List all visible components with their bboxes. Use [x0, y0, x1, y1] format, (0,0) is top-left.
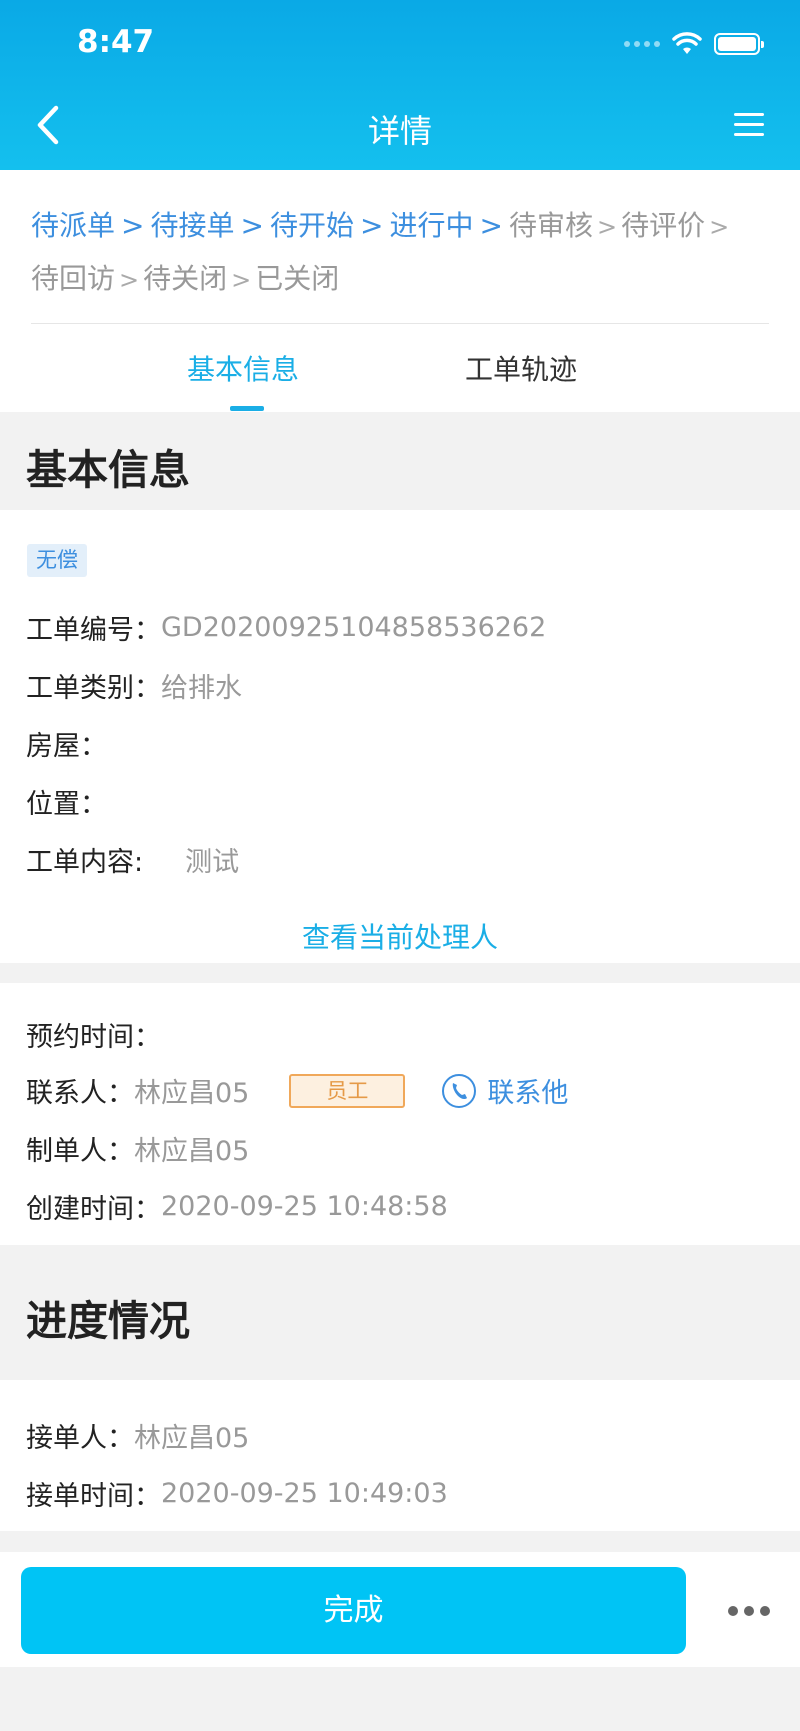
section-title: 进度情况: [26, 1297, 190, 1345]
tab-bar: 基本信息 工单轨迹: [0, 330, 800, 412]
contact-name: 林应昌05: [134, 1078, 250, 1109]
basic-section-header: 基本信息: [0, 412, 800, 510]
wifi-icon: [672, 32, 702, 54]
basic-info-card: 无偿 工单编号： GD20200925104858536262 工单类别： 给排…: [0, 510, 800, 963]
call-label: 联系他: [487, 1078, 569, 1109]
position-label: 位置：: [26, 789, 107, 820]
header-bar: 8:47 详情: [0, 0, 800, 170]
category-value: 给排水: [161, 673, 242, 704]
divider: [31, 323, 769, 324]
workflow-step: 进行中: [389, 209, 474, 242]
step-separator: >: [359, 209, 384, 242]
workflow-card: 待派单 > 待接单 > 待开始 > 进行中 > 待审核 > 待评价 >待回访 > 待关闭 > 已关闭 基本信息…: [0, 170, 800, 412]
workflow-step: 待关闭: [143, 262, 228, 295]
workflow-steps: 待派单 > 待接单 > 待开始 > 进行中 > 待审核 > 待评价 >待回访 > 待关闭 > 已关闭: [31, 200, 771, 306]
content-row: 工单内容: 测试: [26, 840, 239, 879]
workflow-step: 待派单: [31, 209, 116, 242]
step-separator: >: [121, 209, 145, 242]
step-separator: >: [479, 209, 503, 242]
creator-value: 林应昌05: [134, 1136, 250, 1167]
created-time-row: 创建时间： 2020-09-25 10:48:58: [26, 1187, 448, 1226]
complete-button[interactable]: 完成: [21, 1567, 686, 1654]
house-label: 房屋：: [26, 731, 107, 762]
menu-icon: [734, 113, 764, 116]
workflow-step: 待审核: [508, 209, 593, 242]
receiver-value: 林应昌05: [134, 1423, 250, 1454]
content-label: 工单内容:: [26, 847, 144, 878]
progress-section-header: 进度情况: [0, 1245, 800, 1380]
tab-basic-info[interactable]: 基本信息: [187, 348, 299, 388]
staff-tag: 员工: [289, 1073, 406, 1108]
battery-icon: [714, 33, 764, 55]
category-row: 工单类别： 给排水: [26, 666, 242, 705]
section-title: 基本信息: [26, 446, 190, 494]
created-time-label: 创建时间：: [26, 1194, 161, 1225]
content-value: 测试: [185, 847, 240, 878]
call-contact-button[interactable]: 联系他: [441, 1071, 568, 1110]
created-time-value: 2020-09-25 10:48:58: [161, 1191, 448, 1222]
receiver-label: 接单人：: [26, 1423, 134, 1454]
creator-row: 制单人： 林应昌05: [26, 1129, 249, 1168]
receive-time-value: 2020-09-25 10:49:03: [161, 1478, 448, 1509]
contact-card: 预约时间： 联系人： 林应昌05 员工 联系他 制单人： 林应昌05 创建时间：…: [0, 983, 800, 1245]
workflow-step: 待开始: [269, 209, 354, 242]
receiver-row: 接单人： 林应昌05: [26, 1416, 249, 1455]
step-separator: >: [709, 213, 730, 241]
appointment-label: 预约时间：: [26, 1022, 161, 1053]
more-button[interactable]: [728, 1596, 772, 1626]
workflow-step: 已关闭: [255, 262, 340, 295]
step-separator: >: [231, 266, 252, 294]
status-badge: 无偿: [27, 544, 87, 577]
creator-label: 制单人：: [26, 1136, 134, 1167]
step-separator: >: [596, 213, 618, 241]
workflow-step: 待回访: [31, 262, 116, 295]
receive-time-label: 接单时间：: [26, 1481, 161, 1512]
receive-time-row: 接单时间： 2020-09-25 10:49:03: [26, 1474, 448, 1513]
contact-row: 联系人： 林应昌05 员工 联系他: [26, 1071, 568, 1110]
page-title: 详情: [367, 112, 432, 150]
order-no-row: 工单编号： GD20200925104858536262: [26, 608, 546, 647]
category-label: 工单类别：: [26, 673, 161, 704]
position-row: 位置：: [26, 782, 107, 821]
house-row: 房屋：: [26, 724, 107, 763]
order-no-value: GD20200925104858536262: [161, 612, 547, 643]
view-handler-link[interactable]: 查看当前处理人: [0, 916, 800, 956]
signal-icon: [624, 41, 660, 47]
step-separator: >: [240, 209, 264, 242]
workflow-step: 待接单: [150, 209, 235, 242]
status-time: 8:47: [77, 24, 155, 60]
more-icon: [728, 1606, 738, 1616]
workflow-step: 待评价: [621, 209, 706, 242]
contact-label: 联系人：: [26, 1078, 134, 1109]
menu-button[interactable]: [734, 113, 764, 137]
tab-order-track[interactable]: 工单轨迹: [465, 348, 577, 388]
order-no-label: 工单编号：: [26, 615, 161, 646]
phone-icon: [442, 1073, 477, 1108]
tab-indicator: [230, 406, 264, 411]
bottom-action-bar: 完成: [0, 1552, 800, 1667]
step-separator: >: [119, 266, 140, 294]
appointment-row: 预约时间：: [26, 1015, 161, 1054]
progress-card: 接单人： 林应昌05 接单时间： 2020-09-25 10:49:03: [0, 1380, 800, 1531]
status-icons: [624, 28, 764, 60]
